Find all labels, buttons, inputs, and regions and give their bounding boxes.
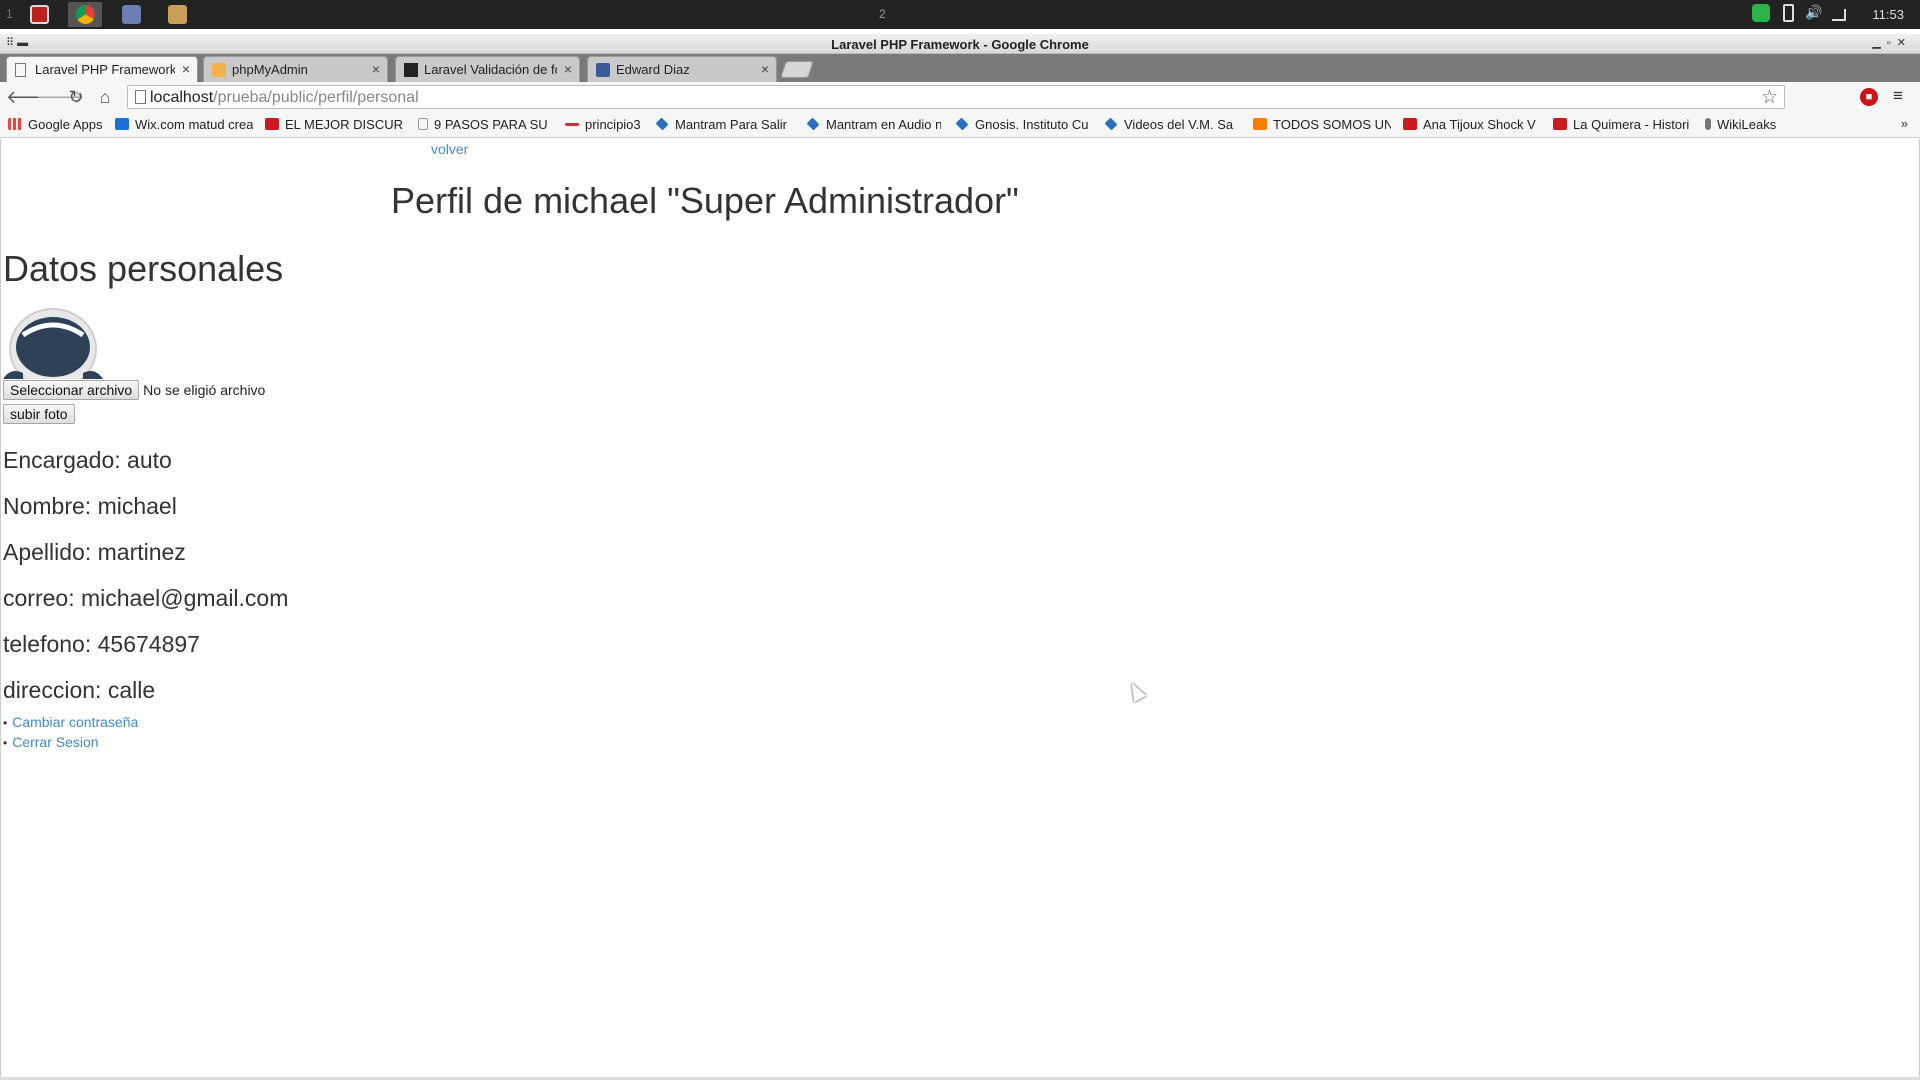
tab-strip: Laravel PHP Framework × phpMyAdmin × Lar… [0,54,1920,82]
tab-label: Edward Diaz [616,62,690,77]
dropbox-icon [655,117,669,131]
url-host: localhost [150,89,214,106]
upload-photo-button[interactable]: subir foto [3,404,75,424]
choose-file-button[interactable]: Seleccionar archivo [3,380,140,400]
logout-link[interactable]: Cerrar Sesion [12,734,98,750]
bookmark-la-quimera[interactable]: La Quimera - Histori [1553,117,1691,135]
bookmark-gnosis[interactable]: Gnosis. Instituto Cu [955,117,1090,135]
bookmark-wix[interactable]: Wix.com matud crea [115,117,253,135]
wikileaks-icon [1705,118,1711,130]
volver-link[interactable]: volver [431,141,468,157]
tab-close-icon[interactable]: × [564,61,572,77]
file-upload-row: Seleccionar archivo No se eligió archivo [3,380,265,400]
tab-close-icon[interactable]: × [761,61,769,77]
url-text: localhost/prueba/public/perfil/personal [150,89,419,107]
window-title: Laravel PHP Framework - Google Chrome [831,37,1089,52]
dropbox-icon [806,117,820,131]
tab-close-icon[interactable]: × [182,61,190,77]
chrome-icon [76,5,95,24]
home-button[interactable]: ⌂ [94,86,116,108]
youtube-icon [1403,118,1417,130]
bookmark-principio3[interactable]: principio3 [565,117,645,135]
page-icon [15,63,26,77]
blogger-icon [1253,118,1267,130]
taskbar-app-chrome[interactable] [68,2,102,27]
php-icon [122,5,141,24]
youtube-icon [1553,118,1567,130]
new-tab-button[interactable] [780,61,814,78]
account-links: Cambiar contraseña Cerrar Sesion [3,714,138,754]
bookmark-9-pasos[interactable]: 9 PASOS PARA SU [418,117,554,135]
page-icon [135,90,146,104]
taskbar-app-terminal[interactable] [22,2,56,27]
back-button[interactable]: 🡐 [6,86,54,108]
address-bar[interactable]: localhost/prueba/public/perfil/personal … [127,85,1785,109]
list-item: Cerrar Sesion [3,734,138,754]
info-telefono: telefono: 45674897 [3,631,200,657]
tab-label: Laravel PHP Framework [35,62,175,77]
info-apellido: Apellido: martinez [3,539,186,565]
bookmark-mantram-en-audio[interactable]: Mantram en Audio n [806,117,941,135]
forward-button[interactable]: 🡒 [36,86,84,108]
tab-label: phpMyAdmin [232,62,308,77]
network-signal-icon[interactable] [1832,9,1846,21]
clock[interactable]: 11:53 [1872,7,1904,22]
bookmark-videos-vm[interactable]: Videos del V.M. Sa [1104,117,1239,135]
battery-icon[interactable] [1783,4,1794,22]
window-titlebar[interactable]: ⠿ ▬ Laravel PHP Framework - Google Chrom… [0,34,1920,54]
bookmark-wikileaks[interactable]: WikiLeaks [1705,117,1805,135]
no-file-label: No se eligió archivo [143,382,266,398]
tab-laravel[interactable]: Laravel PHP Framework × [6,56,198,82]
tab-laravel-validacion[interactable]: Laravel Validación de fo × [395,56,580,82]
page-content: volver Perfil de michael "Super Administ… [0,139,1920,1077]
dropbox-icon [1104,117,1118,131]
tab-facebook[interactable]: Edward Diaz × [587,56,777,82]
apps-grid-icon [8,118,22,130]
browser-toolbar: 🡐 🡒 ↻ ⌂ localhost/prueba/public/perfil/p… [0,82,1920,112]
taskbar-app-editor[interactable] [160,2,194,27]
chrome-menu-icon[interactable]: ≡ [1893,86,1903,106]
upload-row: subir foto [3,404,75,424]
bookmark-todos-somos[interactable]: TODOS SOMOS UN [1253,117,1391,135]
bookmarks-bar: Google Apps Wix.com matud crea EL MEJOR … [0,112,1920,138]
laravel-icon [404,63,418,77]
facebook-icon [596,63,610,77]
wix-icon [115,118,129,130]
dropbox-icon [955,117,969,131]
window-controls[interactable]: ▁▫✕ [1872,36,1912,49]
list-item: Cambiar contraseña [3,714,138,734]
bookmark-star-icon[interactable]: ☆ [1761,86,1778,109]
section-title: Datos personales [3,248,284,289]
phpmyadmin-icon [212,63,226,77]
youtube-icon [265,118,279,130]
bookmark-ana-tijoux[interactable]: Ana Tijoux Shock V [1403,117,1541,135]
taskbar-app-php[interactable] [114,2,148,27]
page-icon [418,118,428,130]
sublime-icon [168,5,187,24]
info-correo: correo: michael@gmail.com [3,585,289,611]
page-title: Perfil de michael "Super Administrador" [391,180,1019,221]
reload-button[interactable]: ↻ [65,86,87,108]
bookmark-icon [565,123,579,126]
info-direccion: direccion: calle [3,677,156,703]
update-ok-icon[interactable] [1752,4,1770,22]
bookmark-mantram-para-salir[interactable]: Mantram Para Salir [655,117,788,135]
workspace-1-indicator[interactable]: 1 [6,7,13,21]
terminal-icon [30,5,49,24]
volume-icon[interactable]: 🔊 [1805,4,1822,21]
tab-phpmyadmin[interactable]: phpMyAdmin × [203,56,388,82]
info-nombre: Nombre: michael [3,493,177,519]
url-path: /prueba/public/perfil/personal [213,89,419,106]
bookmark-el-mejor-discurso[interactable]: EL MEJOR DISCUR [265,117,403,135]
tab-close-icon[interactable]: × [372,61,380,77]
adblock-extension-icon[interactable]: ■ [1860,88,1878,106]
profile-avatar-image [3,308,103,379]
tab-label: Laravel Validación de fo [424,62,557,77]
change-password-link[interactable]: Cambiar contraseña [12,714,138,730]
bookmarks-overflow-button[interactable]: » [1901,116,1908,131]
system-taskbar: 1 2 🔊 11:53 [0,0,1920,29]
workspace-2-indicator[interactable]: 2 [879,7,886,21]
bookmark-google-apps[interactable]: Google Apps [8,117,108,135]
info-encargado: Encargado: auto [3,447,172,473]
